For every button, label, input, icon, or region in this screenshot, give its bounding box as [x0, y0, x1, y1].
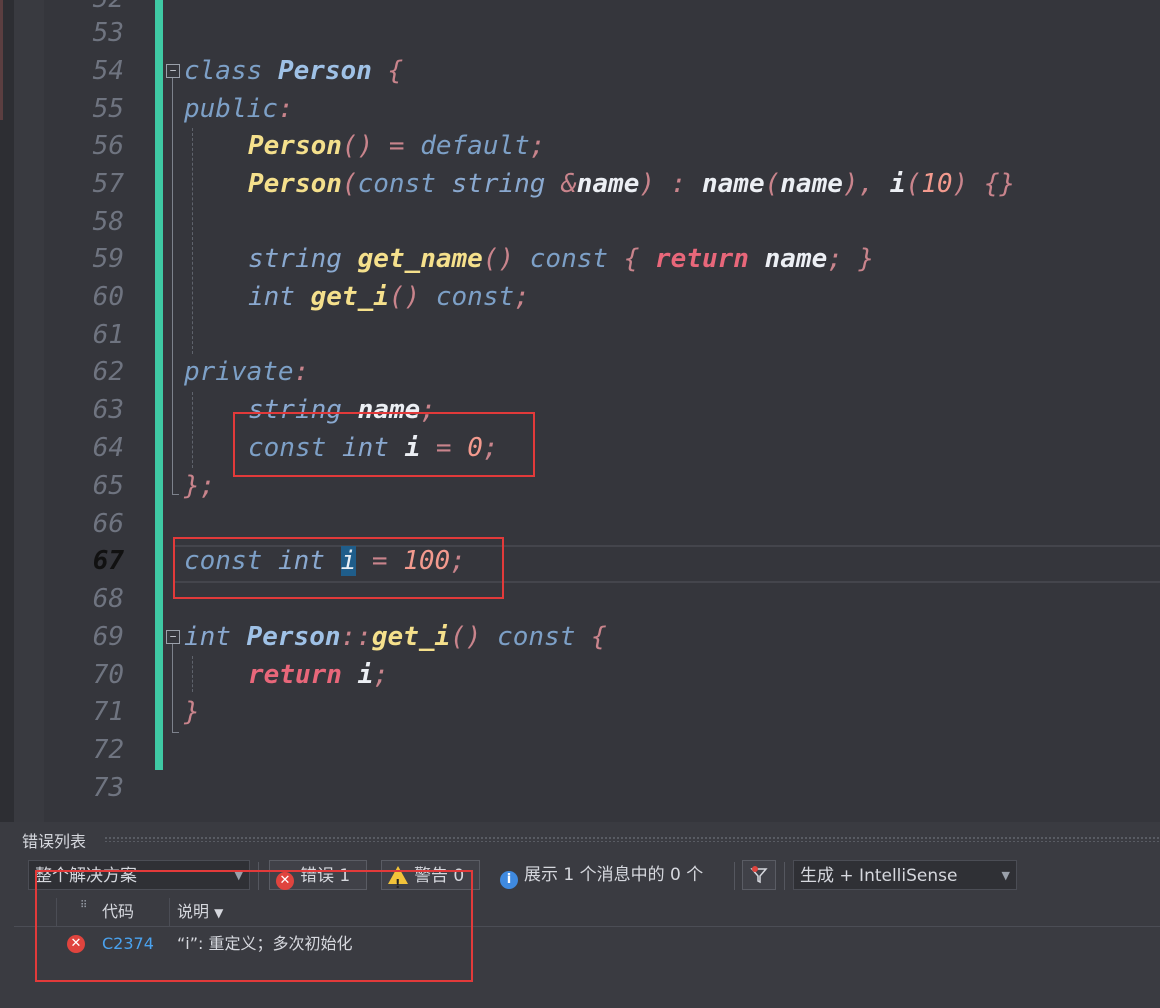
indent-guide [192, 656, 193, 692]
highlight-box-global [173, 537, 504, 599]
line-number: 56 [92, 131, 124, 161]
left-toolbar-strip [0, 0, 14, 822]
highlight-box-error [35, 870, 473, 982]
code-line-60[interactable]: int get_i() const; [248, 278, 530, 316]
code-line-59[interactable]: string get_name() const { return name; } [248, 240, 874, 278]
line-number: 58 [92, 207, 124, 237]
code-line-71[interactable]: } [184, 693, 200, 731]
code-line-56[interactable]: Person() = default; [248, 127, 545, 165]
line-number: 68 [92, 584, 124, 614]
line-number: 55 [92, 94, 124, 124]
line-number: 63 [92, 395, 124, 425]
fold-bracket [172, 78, 179, 495]
line-number: 70 [92, 660, 124, 690]
line-number: 71 [92, 697, 124, 727]
line-number: 61 [92, 320, 124, 350]
fold-bracket [172, 644, 179, 733]
code-line-54[interactable]: class Person { [184, 52, 403, 90]
line-number: 54 [92, 56, 124, 86]
line-number: 65 [92, 471, 124, 501]
line-number: 66 [92, 509, 124, 539]
error-list-panel: 错误列表 整个解决方案 ▼ ✕ 错误 1 ! 警告 0 i 展示 1 个消息中的 0 个… [14, 822, 1160, 1008]
line-number: 57 [92, 169, 124, 199]
code-line-65[interactable]: }; [184, 467, 215, 505]
filter-icon[interactable] [742, 860, 776, 890]
code-line-62[interactable]: private: [184, 353, 309, 391]
collapse-function-icon[interactable]: − [166, 630, 180, 644]
build-source-dropdown[interactable]: 生成 + IntelliSense ▼ [793, 860, 1017, 890]
indent-guide [192, 392, 193, 468]
highlight-box-member [233, 412, 535, 477]
code-line-55[interactable]: public: [184, 90, 294, 128]
panel-title: 错误列表 [22, 832, 87, 851]
indent-guide [192, 128, 193, 354]
chevron-down-icon: ▼ [1001, 869, 1010, 882]
info-icon: i [500, 871, 518, 889]
line-number: 60 [92, 282, 124, 312]
code-line-57[interactable]: Person(const string &name) : name(name),… [248, 165, 1015, 203]
code-editor[interactable]: 52 53 54 55 56 57 58 59 60 61 62 63 64 6… [0, 0, 1160, 822]
panel-grip[interactable] [104, 836, 1160, 842]
change-indicator-bar [155, 0, 163, 770]
line-number: 73 [92, 773, 124, 803]
code-line-69[interactable]: int Person::get_i() const { [184, 618, 607, 656]
line-number: 72 [92, 735, 124, 765]
line-number: 59 [92, 244, 124, 274]
line-number: 62 [92, 357, 124, 387]
line-number: 69 [92, 622, 124, 652]
code-line-70[interactable]: return i; [248, 656, 389, 694]
line-number: 64 [92, 433, 124, 463]
glyph-margin [14, 0, 44, 822]
collapse-class-icon[interactable]: − [166, 64, 180, 78]
line-number: 53 [92, 18, 124, 48]
messages-filter-button[interactable]: i 展示 1 个消息中的 0 个 [500, 860, 730, 890]
line-number-current: 67 [92, 546, 124, 576]
